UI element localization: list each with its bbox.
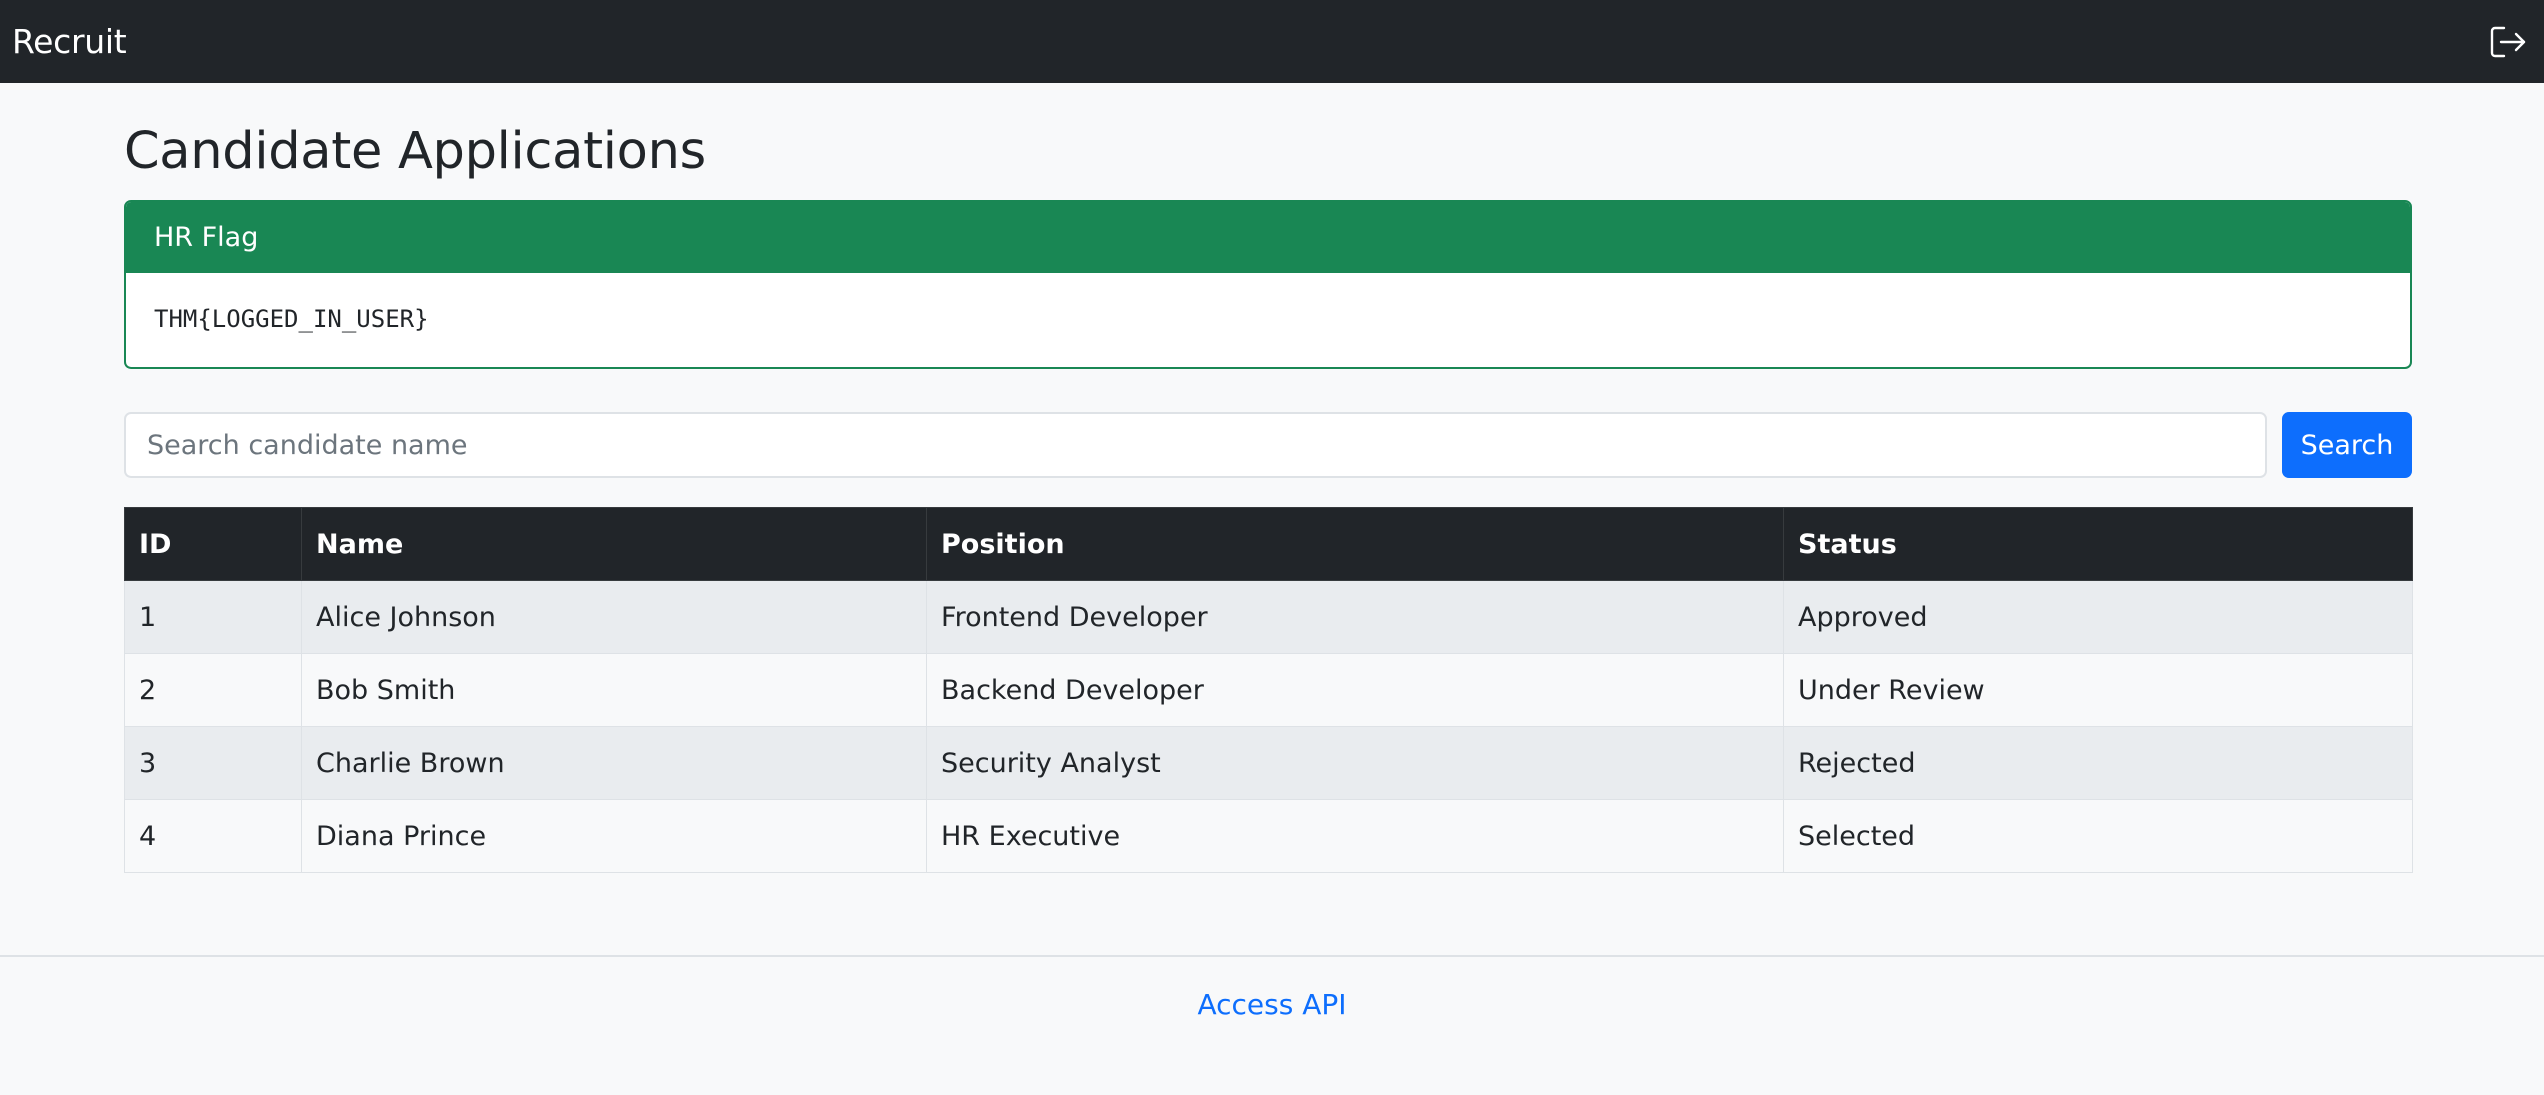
table-row: 3 Charlie Brown Security Analyst Rejecte… [124,726,2413,800]
search-form: Search [124,412,2412,478]
cell-id: 4 [124,799,302,873]
cell-name: Alice Johnson [301,580,927,654]
footer-divider [0,955,2544,957]
column-header-name: Name [301,507,927,581]
table-row: 2 Bob Smith Backend Developer Under Revi… [124,653,2413,727]
cell-status: Under Review [1783,653,2413,727]
footer: Access API [0,988,2544,1021]
access-api-link[interactable]: Access API [1197,988,1346,1021]
search-button[interactable]: Search [2282,412,2412,478]
cell-position: Security Analyst [926,726,1784,800]
cell-position: Frontend Developer [926,580,1784,654]
flag-value: THM{LOGGED_IN_USER} [154,305,429,333]
top-navbar: Recruit [0,0,2544,83]
cell-id: 1 [124,580,302,654]
column-header-status: Status [1783,507,2413,581]
table-header-row: ID Name Position Status [124,507,2413,581]
page-title: Candidate Applications [124,122,706,181]
cell-name: Charlie Brown [301,726,927,800]
flag-card-header: HR Flag [126,202,2410,273]
table-row: 1 Alice Johnson Frontend Developer Appro… [124,580,2413,654]
cell-status: Rejected [1783,726,2413,800]
search-input[interactable] [124,412,2267,478]
hr-flag-card: HR Flag THM{LOGGED_IN_USER} [124,200,2412,369]
cell-id: 3 [124,726,302,800]
cell-position: Backend Developer [926,653,1784,727]
logout-icon [2490,26,2526,57]
column-header-id: ID [124,507,302,581]
main-container: Candidate Applications HR Flag THM{LOGGE… [124,83,2413,873]
logout-button[interactable] [2488,21,2530,63]
cell-status: Selected [1783,799,2413,873]
brand-logo[interactable]: Recruit [12,22,127,61]
cell-position: HR Executive [926,799,1784,873]
column-header-position: Position [926,507,1784,581]
cell-status: Approved [1783,580,2413,654]
cell-name: Bob Smith [301,653,927,727]
cell-name: Diana Prince [301,799,927,873]
table-row: 4 Diana Prince HR Executive Selected [124,799,2413,873]
cell-id: 2 [124,653,302,727]
candidates-table: ID Name Position Status 1 Alice Johnson … [124,507,2413,873]
